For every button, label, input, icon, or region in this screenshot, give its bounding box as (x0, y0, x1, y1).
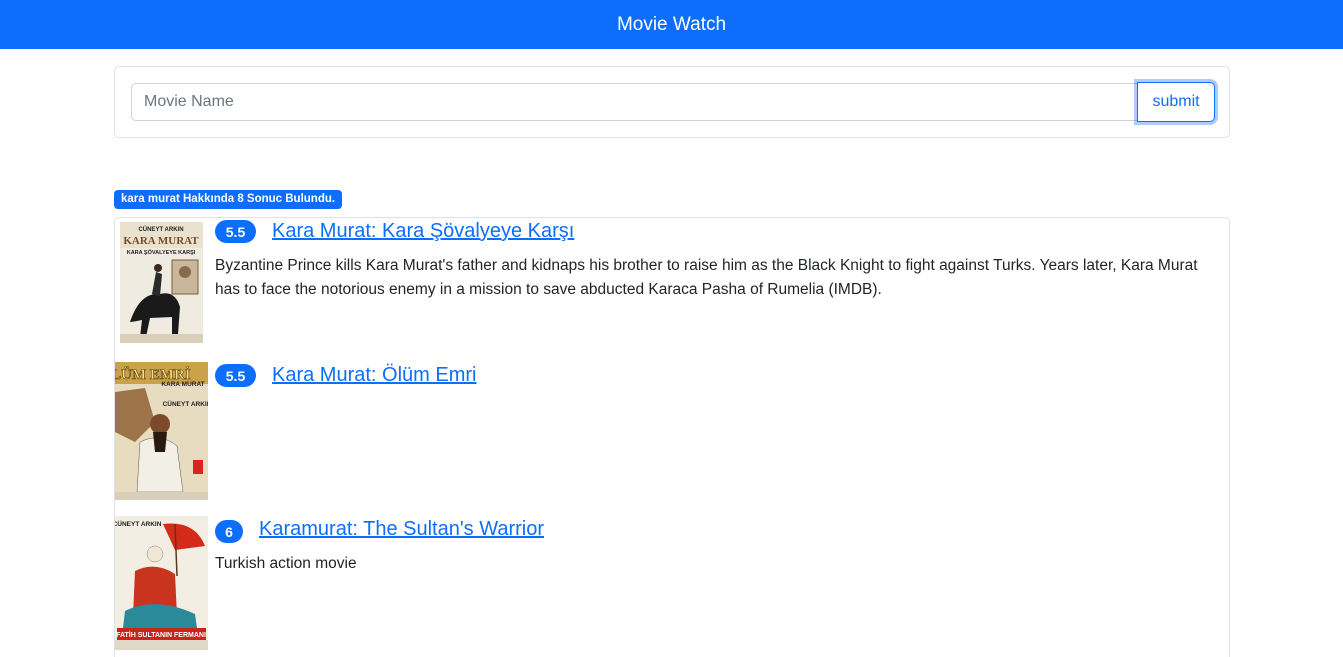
movie-item: CÜNEYT ARKIN KARA MURAT KARA ŞÖVALYEYE K… (115, 218, 1229, 362)
navbar: Movie Watch (0, 0, 1343, 49)
movie-name-input[interactable] (131, 83, 1137, 121)
movie-poster: ÖLÜM EMRİ KARA MURAT CÜNEYT ARKIN (115, 362, 208, 500)
movie-item: ÖLÜM EMRİ KARA MURAT CÜNEYT ARKIN 5.5 Ka… (115, 362, 1229, 516)
submit-button[interactable]: submit (1137, 82, 1215, 122)
movie-poster: CÜNEYT ARKIN FATİH SULTANIN FERMANI (115, 516, 208, 650)
result-count-badge: kara murat Hakkında 8 Sonuc Bulundu. (114, 190, 343, 209)
movie-description: Turkish action movie (215, 555, 357, 572)
navbar-brand[interactable]: Movie Watch (617, 14, 726, 36)
movie-title-link[interactable]: Karamurat: The Sultan's Warrior (259, 518, 544, 541)
movie-title-link[interactable]: Kara Murat: Kara Şövalyeye Karşı (272, 220, 574, 243)
movie-poster: CÜNEYT ARKIN KARA MURAT KARA ŞÖVALYEYE K… (120, 222, 203, 343)
rating-badge: 5.5 (215, 220, 256, 243)
poster-text: KARA ŞÖVALYEYE KARŞI (127, 249, 196, 256)
movie-description: Byzantine Prince kills Kara Murat's fath… (215, 257, 1198, 298)
poster-text: KARA MURAT (123, 235, 199, 247)
poster-text: KARA MURAT (161, 381, 204, 388)
poster-text: CÜNEYT ARKIN (163, 399, 208, 408)
rating-badge: 6 (215, 520, 243, 543)
poster-text: CÜNEYT ARKIN (138, 226, 183, 233)
rating-badge: 5.5 (215, 364, 256, 387)
poster-text: CÜNEYT ARKIN (115, 519, 162, 528)
movie-item: CÜNEYT ARKIN FATİH SULTANIN FERMANI 6 Ka… (115, 516, 1229, 657)
poster-text: FATİH SULTANIN FERMANI (116, 631, 206, 639)
movie-list: CÜNEYT ARKIN KARA MURAT KARA ŞÖVALYEYE K… (114, 217, 1230, 657)
search-card: submit (114, 66, 1230, 138)
movie-title-link[interactable]: Kara Murat: Ölüm Emri (272, 364, 476, 387)
